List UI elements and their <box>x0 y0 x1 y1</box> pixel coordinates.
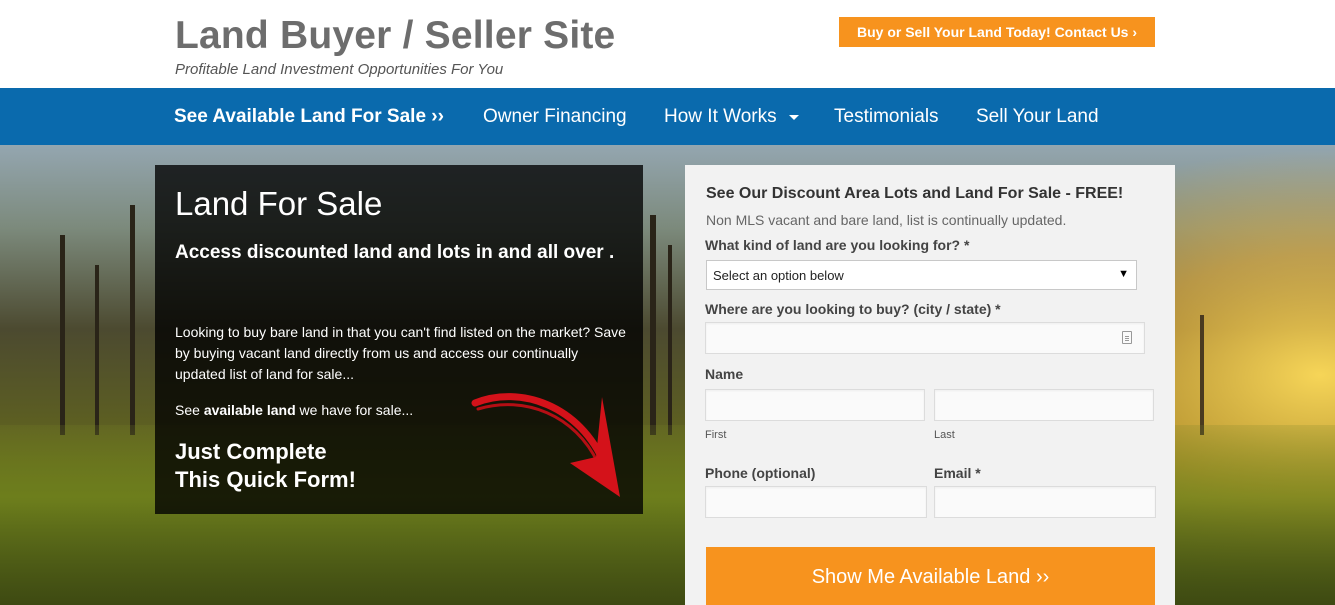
quick-form-line-1: Just Complete <box>175 439 327 464</box>
show-land-submit-button[interactable]: Show Me Available Land ›› <box>706 547 1155 605</box>
tree-trunk <box>130 205 135 435</box>
name-label: Name <box>705 366 744 382</box>
nav-item-available-land[interactable]: See Available Land For Sale ›› <box>174 88 444 145</box>
site-title[interactable]: Land Buyer / Seller Site <box>175 14 615 58</box>
land-type-select[interactable]: Select an option below ▼ <box>706 260 1137 290</box>
contact-card-icon[interactable] <box>1122 331 1132 344</box>
red-arrow-icon <box>471 393 620 497</box>
hero-section: Land For Sale Access discounted land and… <box>0 145 1335 605</box>
dropdown-arrow-icon: ▼ <box>1118 268 1129 280</box>
nav-item-how-it-works[interactable]: How It Works <box>664 88 799 145</box>
location-input[interactable] <box>705 322 1145 354</box>
first-name-sublabel: First <box>705 429 727 441</box>
hero-subheading: Access discounted land and lots in and a… <box>175 242 615 263</box>
first-name-input[interactable] <box>705 389 925 421</box>
site-header: Land Buyer / Seller Site Profitable Land… <box>0 0 1335 88</box>
main-nav: See Available Land For Sale ›› Owner Fin… <box>0 88 1335 145</box>
nav-item-owner-financing[interactable]: Owner Financing <box>483 88 627 145</box>
nav-item-testimonials[interactable]: Testimonials <box>834 88 939 145</box>
tree-trunk <box>650 215 656 435</box>
land-type-selected-value: Select an option below <box>713 267 844 283</box>
nav-item-sell-your-land[interactable]: Sell Your Land <box>976 88 1099 145</box>
tree-trunk <box>95 265 99 435</box>
tree-trunk <box>1200 315 1204 435</box>
form-subtitle: Non MLS vacant and bare land, list is co… <box>706 212 1067 228</box>
nav-item-how-it-works-label: How It Works <box>664 105 777 127</box>
location-label: Where are you looking to buy? (city / st… <box>705 301 1001 317</box>
hero-heading: Land For Sale <box>175 185 383 222</box>
email-input[interactable] <box>934 486 1156 518</box>
quick-form-callout: Just Complete This Quick Form! <box>175 438 356 494</box>
see-prefix: See <box>175 402 204 418</box>
form-title: See Our Discount Area Lots and Land For … <box>706 185 1124 202</box>
phone-label: Phone (optional) <box>705 465 816 481</box>
see-suffix: we have for sale... <box>295 402 414 418</box>
available-land-link[interactable]: available land <box>204 402 296 418</box>
phone-input[interactable] <box>705 486 927 518</box>
hero-paragraph: Looking to buy bare land in that you can… <box>175 324 626 382</box>
last-name-input[interactable] <box>934 389 1154 421</box>
tree-trunk <box>60 235 65 435</box>
see-available-text: See available land we have for sale... <box>175 402 413 418</box>
email-label: Email * <box>934 465 981 481</box>
quick-form-line-2: This Quick Form! <box>175 467 356 492</box>
lead-form: See Our Discount Area Lots and Land For … <box>685 165 1175 605</box>
last-name-sublabel: Last <box>934 429 955 441</box>
tree-trunk <box>668 245 672 435</box>
chevron-down-icon <box>788 115 799 120</box>
site-tagline: Profitable Land Investment Opportunities… <box>175 61 504 78</box>
contact-us-button[interactable]: Buy or Sell Your Land Today! Contact Us … <box>839 17 1155 47</box>
land-type-label: What kind of land are you looking for? * <box>705 237 970 253</box>
